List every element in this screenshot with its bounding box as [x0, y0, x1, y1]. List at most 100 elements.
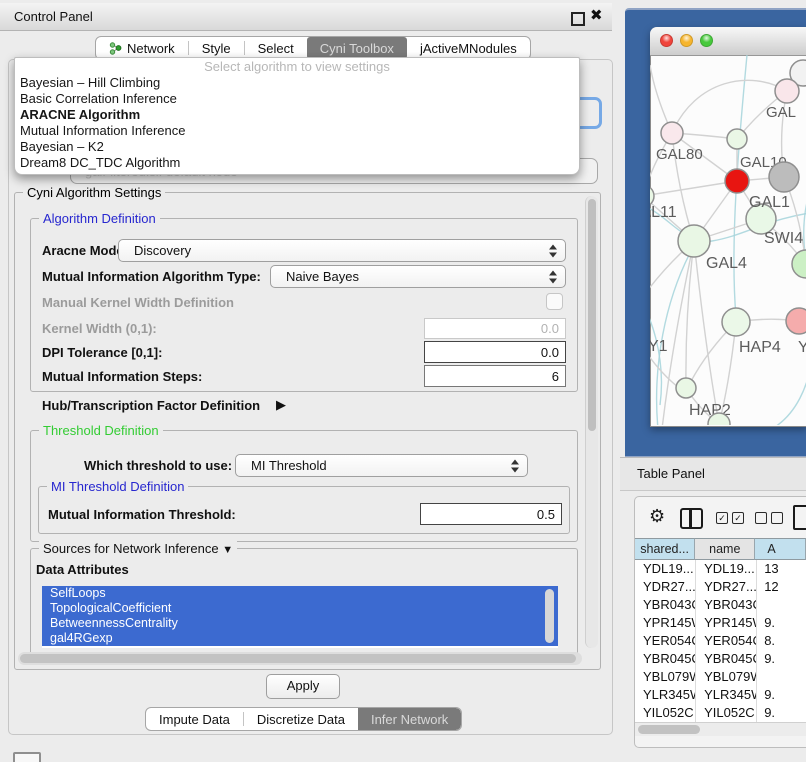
- unchecked-checkbox-icon: [755, 512, 767, 524]
- tab-infer-network-label: Infer Network: [371, 712, 448, 727]
- network-node[interactable]: [725, 169, 749, 193]
- table-cell: YDL19...: [635, 560, 696, 578]
- expand-right-icon[interactable]: ▶: [276, 397, 286, 413]
- mi-threshold-field[interactable]: [420, 503, 562, 525]
- network-node[interactable]: [727, 129, 747, 149]
- table-row[interactable]: YBR045CYBR045C9.: [635, 650, 806, 668]
- network-icon: [109, 42, 122, 55]
- mi-steps-field[interactable]: [424, 365, 566, 387]
- network-node[interactable]: [786, 308, 806, 334]
- column-header-name[interactable]: name: [695, 538, 755, 560]
- cyni-bottom-tabbar: Impute Data Discretize Data Infer Networ…: [145, 707, 462, 731]
- network-node[interactable]: [661, 122, 683, 144]
- data-attribute-item[interactable]: TopologicalCoefficient: [42, 601, 558, 616]
- settings-hscrollbar[interactable]: [18, 652, 582, 665]
- table-hscrollbar-thumb[interactable]: [638, 725, 700, 734]
- algorithm-dropdown-placeholder: Select algorithm to view settings: [15, 58, 579, 75]
- tab-impute-data-label: Impute Data: [159, 712, 230, 727]
- unchecked-checkbox-icon: [771, 512, 783, 524]
- network-node-label: GAL11: [650, 204, 677, 221]
- table-row[interactable]: YIL052CYIL052C9.: [635, 704, 806, 722]
- tab-style[interactable]: Style: [189, 37, 244, 59]
- algorithm-option[interactable]: ARACNE Algorithm: [15, 107, 579, 123]
- kernel-width-field[interactable]: [424, 318, 566, 339]
- settings-scrollbar-thumb[interactable]: [588, 199, 596, 431]
- table-row[interactable]: YER054CYER054C8.: [635, 632, 806, 650]
- close-icon[interactable]: ✖: [590, 6, 603, 24]
- settings-hscrollbar-thumb[interactable]: [20, 654, 576, 663]
- collapse-down-icon[interactable]: ▼: [222, 544, 233, 556]
- column-layout-icon[interactable]: [680, 508, 703, 529]
- stepper-arrows-icon: [511, 459, 520, 472]
- settings-scrollbar[interactable]: [585, 196, 598, 648]
- algorithm-option[interactable]: Bayesian – Hill Climbing: [15, 75, 579, 91]
- unchecked-pair-icon[interactable]: [755, 512, 783, 524]
- table-cell: YBR045C: [696, 650, 757, 668]
- table-cell: YBR043C: [635, 596, 696, 614]
- threshold-definition-title: Threshold Definition: [39, 423, 163, 438]
- window-zoom-icon[interactable]: [700, 34, 713, 47]
- stepper-arrows-icon: [549, 270, 558, 283]
- algorithm-list: Bayesian – Hill ClimbingBasic Correlatio…: [15, 75, 579, 171]
- table-hscrollbar[interactable]: [635, 722, 806, 736]
- network-node[interactable]: [775, 79, 799, 103]
- window-close-icon[interactable]: [660, 34, 673, 47]
- data-attributes-list[interactable]: SelfLoopsTopologicalCoefficientBetweenne…: [42, 586, 558, 648]
- tab-select[interactable]: Select: [245, 37, 307, 59]
- column-header-shared-name[interactable]: shared...: [635, 538, 695, 560]
- window-minimize-icon[interactable]: [680, 34, 693, 47]
- network-node[interactable]: [676, 378, 696, 398]
- network-node[interactable]: [769, 162, 799, 192]
- table-cell: YER054C: [696, 632, 757, 650]
- tab-infer-network[interactable]: Infer Network: [358, 708, 461, 730]
- manual-kernel-checkbox[interactable]: [546, 293, 563, 310]
- dpi-tolerance-field[interactable]: [424, 341, 566, 363]
- network-node[interactable]: [792, 250, 806, 278]
- algorithm-option[interactable]: Basic Correlation Inference: [15, 91, 579, 107]
- network-window-titlebar[interactable]: [650, 27, 806, 56]
- tab-jactivemnodules[interactable]: jActiveMNodules: [407, 37, 530, 59]
- column-header-partial[interactable]: A: [755, 538, 806, 560]
- tab-cyni-toolbox-label: Cyni Toolbox: [320, 41, 394, 56]
- attributes-scrollbar-thumb[interactable]: [545, 589, 554, 643]
- table-row[interactable]: YPR145WYPR145W9.: [635, 614, 806, 632]
- tab-cyni-toolbox[interactable]: Cyni Toolbox: [307, 37, 407, 59]
- checked-pair-icon[interactable]: ✓ ✓: [716, 512, 744, 524]
- table-row[interactable]: YBR043CYBR043C: [635, 596, 806, 614]
- aracne-mode-combobox[interactable]: Discovery: [118, 239, 566, 262]
- network-canvas[interactable]: GALGAL80GAL10GAL1GAL11GAL4SWI4GCY1HAP4YH…: [650, 55, 806, 425]
- table-row[interactable]: YBL079WYBL079W: [635, 668, 806, 686]
- algorithm-option[interactable]: Bayesian – K2: [15, 139, 579, 155]
- float-window-icon[interactable]: [571, 12, 585, 26]
- network-node[interactable]: [678, 225, 710, 257]
- which-threshold-combobox[interactable]: MI Threshold: [235, 454, 528, 477]
- tab-network[interactable]: Network: [96, 37, 188, 59]
- table-cell: YBL079W: [635, 668, 696, 686]
- table-cell: 9.: [757, 650, 806, 668]
- network-node-label: HAP4: [739, 339, 781, 356]
- docked-panel-icon[interactable]: [13, 752, 41, 762]
- data-attribute-item[interactable]: gal4RGexp: [42, 631, 558, 646]
- mi-threshold-label: Mutual Information Threshold:: [48, 507, 236, 522]
- network-edge: [650, 181, 737, 196]
- mi-type-combobox[interactable]: Naive Bayes: [270, 265, 566, 288]
- mi-threshold-group-title: MI Threshold Definition: [47, 479, 188, 494]
- tab-impute-data[interactable]: Impute Data: [146, 708, 243, 730]
- network-node-label: Y: [798, 339, 806, 356]
- table-cell: 9.: [757, 686, 806, 704]
- aracne-mode-value: Discovery: [134, 243, 191, 258]
- tab-discretize-data[interactable]: Discretize Data: [244, 708, 358, 730]
- network-node-label: GAL: [766, 104, 796, 121]
- gear-icon[interactable]: ⚙: [649, 506, 665, 527]
- table-row[interactable]: YDR27...YDR27...12: [635, 578, 806, 596]
- apply-button[interactable]: Apply: [266, 674, 340, 699]
- table-cell: YDR27...: [635, 578, 696, 596]
- algorithm-option[interactable]: Mutual Information Inference: [15, 123, 579, 139]
- table-row[interactable]: YLR345WYLR345W9.: [635, 686, 806, 704]
- data-attribute-item[interactable]: SelfLoops: [42, 586, 558, 601]
- table-row[interactable]: YDL19...YDL19...13: [635, 560, 806, 578]
- algorithm-option[interactable]: Dream8 DC_TDC Algorithm: [15, 155, 579, 171]
- network-node[interactable]: [722, 308, 750, 336]
- data-attribute-item[interactable]: BetweennessCentrality: [42, 616, 558, 631]
- document-icon[interactable]: [793, 505, 806, 530]
